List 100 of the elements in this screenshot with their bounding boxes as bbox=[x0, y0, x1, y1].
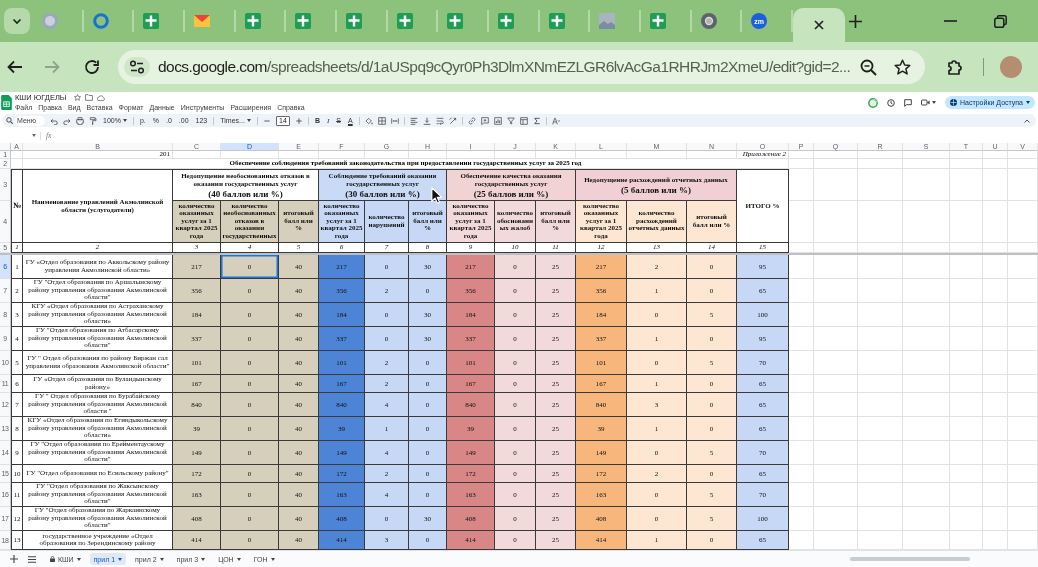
empty-cell[interactable] bbox=[814, 483, 858, 507]
link-icon[interactable] bbox=[467, 116, 476, 125]
add-sheet-icon[interactable] bbox=[10, 555, 18, 563]
empty-cell[interactable] bbox=[950, 417, 983, 441]
empty-cell[interactable] bbox=[903, 393, 950, 417]
empty-cell[interactable] bbox=[789, 169, 814, 201]
reload-icon[interactable] bbox=[83, 58, 101, 76]
empty-cell[interactable] bbox=[858, 201, 903, 243]
empty-cell[interactable] bbox=[983, 169, 1008, 201]
text-wrap-icon[interactable] bbox=[435, 116, 444, 125]
merge-icon[interactable] bbox=[390, 116, 399, 125]
sigma-icon[interactable] bbox=[532, 116, 541, 125]
empty-cell[interactable] bbox=[983, 483, 1008, 507]
empty-cell[interactable] bbox=[576, 151, 627, 159]
empty-cell[interactable] bbox=[814, 169, 858, 201]
empty-cell[interactable] bbox=[687, 151, 737, 159]
empty-cell[interactable] bbox=[319, 151, 365, 159]
empty-cell[interactable] bbox=[1008, 279, 1038, 303]
undo-icon[interactable] bbox=[50, 116, 58, 125]
empty-cell[interactable] bbox=[1008, 327, 1038, 351]
empty-cell[interactable] bbox=[903, 151, 950, 159]
minimize-icon[interactable] bbox=[944, 20, 957, 22]
frozen-rows-divider[interactable] bbox=[0, 253, 1038, 255]
star-icon[interactable] bbox=[73, 94, 81, 101]
empty-cell[interactable] bbox=[903, 507, 950, 531]
clock-icon[interactable] bbox=[887, 98, 896, 107]
empty-cell[interactable] bbox=[365, 151, 409, 159]
empty-cell[interactable] bbox=[950, 465, 983, 483]
empty-cell[interactable] bbox=[950, 201, 983, 243]
empty-cell[interactable] bbox=[1008, 351, 1038, 375]
empty-cell[interactable] bbox=[950, 507, 983, 531]
empty-cell[interactable] bbox=[903, 169, 950, 201]
empty-cell[interactable] bbox=[858, 441, 903, 465]
cloud-icon[interactable] bbox=[96, 94, 105, 101]
empty-cell[interactable] bbox=[950, 159, 983, 169]
avatar-icon[interactable] bbox=[1000, 56, 1022, 78]
empty-cell[interactable] bbox=[1008, 441, 1038, 465]
empty-cell[interactable] bbox=[983, 327, 1008, 351]
empty-cell[interactable] bbox=[814, 159, 858, 169]
extensions-icon[interactable] bbox=[946, 58, 964, 76]
empty-cell[interactable] bbox=[536, 151, 576, 159]
chart-icon[interactable] bbox=[493, 116, 502, 125]
empty-cell[interactable] bbox=[495, 151, 536, 159]
empty-cell[interactable] bbox=[814, 465, 858, 483]
align-icon[interactable] bbox=[409, 116, 418, 125]
empty-cell[interactable] bbox=[983, 279, 1008, 303]
empty-cell[interactable] bbox=[903, 375, 950, 393]
empty-cell[interactable] bbox=[983, 255, 1008, 279]
empty-cell[interactable] bbox=[1008, 507, 1038, 531]
empty-cell[interactable] bbox=[1008, 303, 1038, 327]
table-view-icon[interactable] bbox=[519, 116, 528, 125]
empty-cell[interactable] bbox=[950, 393, 983, 417]
tune-icon[interactable] bbox=[124, 57, 150, 77]
paint-bucket-icon[interactable] bbox=[364, 116, 373, 125]
input-tools-icon[interactable] bbox=[551, 116, 560, 125]
empty-cell[interactable] bbox=[814, 507, 858, 531]
empty-cell[interactable] bbox=[858, 507, 903, 531]
ring-icon[interactable] bbox=[868, 97, 879, 108]
empty-cell[interactable] bbox=[814, 393, 858, 417]
empty-cell[interactable] bbox=[858, 393, 903, 417]
empty-cell[interactable] bbox=[858, 417, 903, 441]
empty-cell[interactable] bbox=[950, 351, 983, 375]
empty-cell[interactable] bbox=[858, 151, 903, 159]
spreadsheet-logo-icon[interactable] bbox=[1, 95, 12, 110]
empty-cell[interactable] bbox=[1008, 417, 1038, 441]
empty-cell[interactable] bbox=[983, 507, 1008, 531]
empty-cell[interactable] bbox=[858, 169, 903, 201]
comment-icon[interactable] bbox=[904, 98, 913, 107]
empty-cell[interactable] bbox=[950, 169, 983, 201]
empty-cell[interactable] bbox=[903, 465, 950, 483]
close-icon[interactable] bbox=[813, 20, 824, 30]
empty-cell[interactable] bbox=[1008, 159, 1038, 169]
empty-cell[interactable] bbox=[903, 159, 950, 169]
empty-cell[interactable] bbox=[814, 303, 858, 327]
new-tab-plus-icon[interactable] bbox=[848, 14, 862, 28]
empty-cell[interactable] bbox=[858, 327, 903, 351]
empty-cell[interactable] bbox=[814, 255, 858, 279]
paint-roller-icon[interactable] bbox=[89, 116, 97, 125]
empty-cell[interactable] bbox=[983, 375, 1008, 393]
redo-icon[interactable] bbox=[63, 116, 71, 125]
empty-cell[interactable] bbox=[903, 483, 950, 507]
plus-icon[interactable] bbox=[294, 116, 303, 125]
empty-cell[interactable] bbox=[983, 351, 1008, 375]
empty-cell[interactable] bbox=[627, 151, 687, 159]
scrollbar-thumb[interactable] bbox=[850, 557, 970, 561]
empty-cell[interactable] bbox=[789, 159, 814, 169]
comment-add-icon[interactable] bbox=[480, 116, 489, 125]
vertical-align-icon[interactable] bbox=[422, 116, 431, 125]
empty-cell[interactable] bbox=[858, 351, 903, 375]
empty-cell[interactable] bbox=[903, 201, 950, 243]
empty-cell[interactable] bbox=[1008, 483, 1038, 507]
empty-cell[interactable] bbox=[858, 465, 903, 483]
empty-cell[interactable] bbox=[983, 465, 1008, 483]
empty-cell[interactable] bbox=[858, 255, 903, 279]
empty-cell[interactable] bbox=[1008, 169, 1038, 201]
empty-cell[interactable] bbox=[858, 483, 903, 507]
empty-cell[interactable] bbox=[814, 279, 858, 303]
empty-cell[interactable] bbox=[903, 255, 950, 279]
empty-cell[interactable] bbox=[409, 151, 447, 159]
empty-cell[interactable] bbox=[950, 441, 983, 465]
